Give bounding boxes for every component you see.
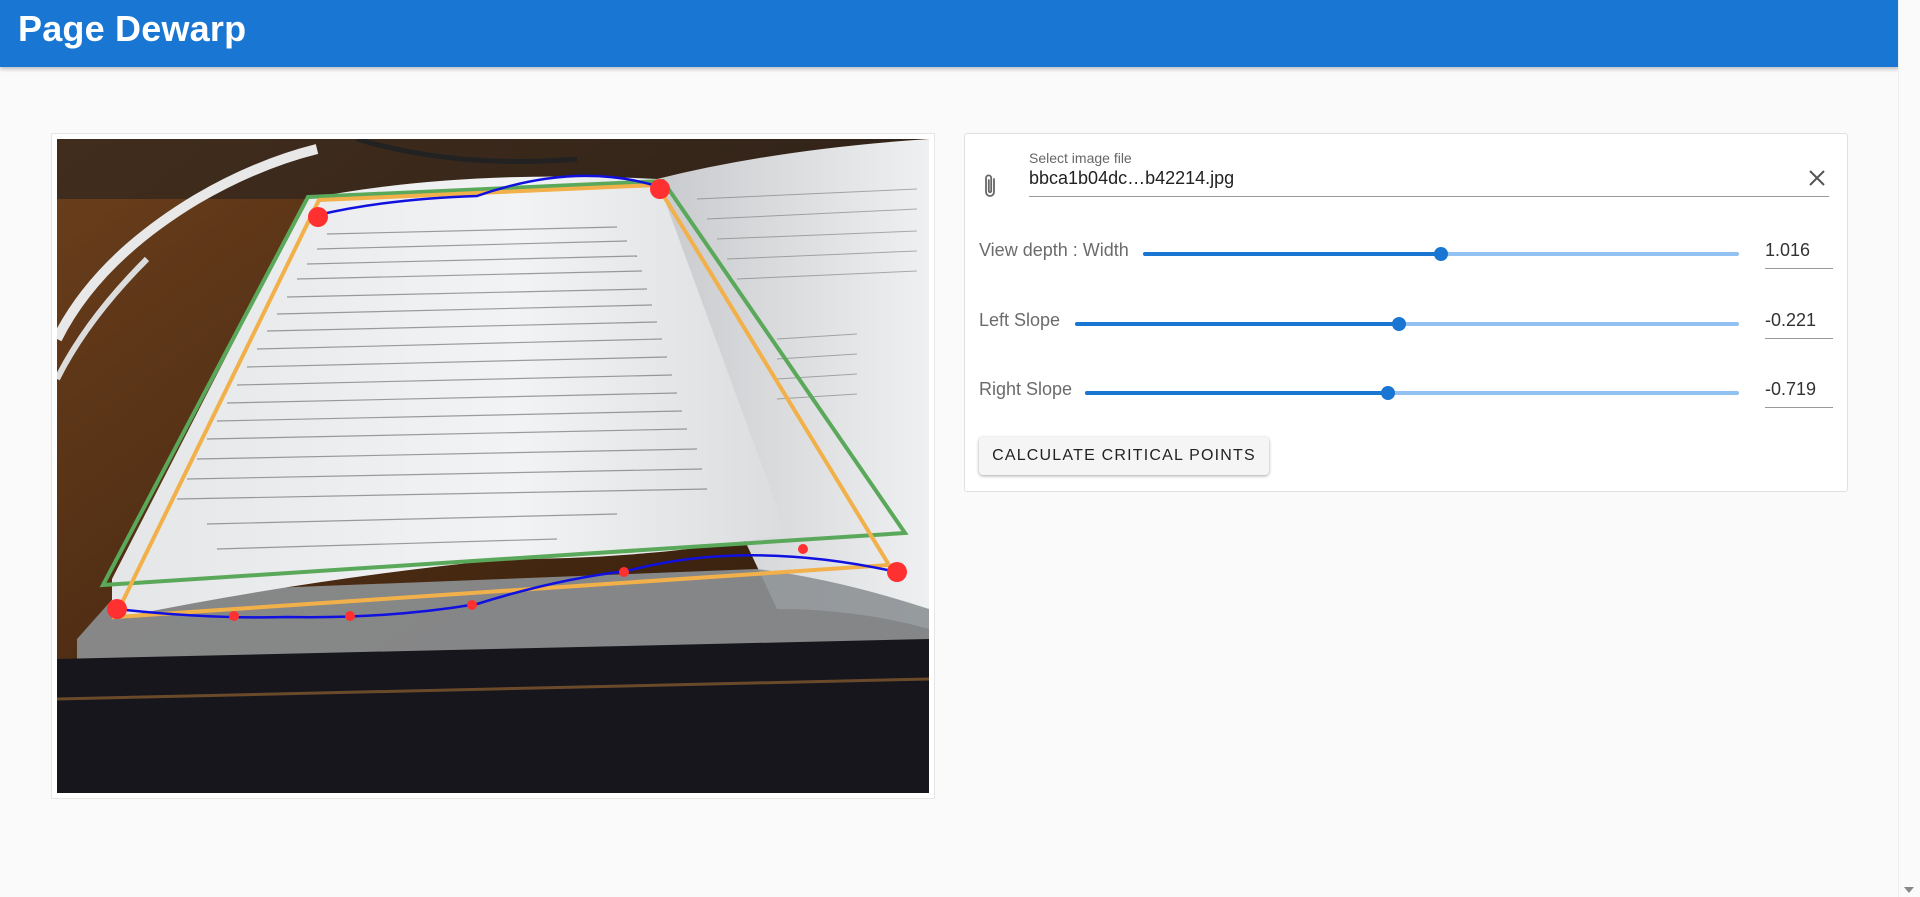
right-slope-label: Right Slope (979, 379, 1073, 399)
view-depth-slider-thumb[interactable] (1434, 247, 1448, 261)
curve-point[interactable] (345, 611, 355, 621)
view-depth-slider-row: View depth : Width 1.016 (979, 232, 1837, 272)
app-title: Page Dewarp (18, 8, 247, 49)
app-bar: Page Dewarp (0, 0, 1899, 67)
left-slope-slider[interactable] (1075, 317, 1739, 331)
left-slope-slider-thumb[interactable] (1392, 317, 1407, 331)
calculate-critical-points-button[interactable]: CALCULATE CRITICAL POINTS (979, 437, 1269, 475)
image-preview-card (51, 133, 935, 799)
file-input-underline (1029, 196, 1829, 197)
curve-point[interactable] (229, 611, 239, 621)
file-input-label: Select image file (1029, 150, 1132, 166)
right-slope-slider-row: Right Slope -0.719 (979, 371, 1837, 411)
paperclip-icon[interactable] (979, 172, 1001, 204)
view-depth-label: View depth : Width (979, 240, 1129, 260)
curve-point[interactable] (619, 567, 629, 577)
dewarp-preview-image[interactable] (57, 139, 929, 793)
controls-panel: Select image file bbca1b04dc…b42214.jpg … (964, 133, 1848, 492)
keyboard-shadow (57, 639, 929, 793)
left-slope-value[interactable]: -0.221 (1765, 310, 1833, 331)
corner-point-bottom-right[interactable] (887, 562, 907, 582)
right-slope-value[interactable]: -0.719 (1765, 379, 1833, 400)
scrollbar[interactable] (1898, 0, 1920, 897)
file-input-value[interactable]: bbca1b04dc…b42214.jpg (1029, 168, 1234, 189)
left-slope-label: Left Slope (979, 310, 1061, 330)
right-slope-slider-thumb[interactable] (1380, 386, 1395, 400)
file-input-field[interactable]: Select image file bbca1b04dc…b42214.jpg (979, 150, 1837, 202)
left-slope-slider-row: Left Slope -0.221 (979, 302, 1837, 342)
close-icon[interactable] (1803, 164, 1831, 192)
curve-point[interactable] (798, 544, 808, 554)
scroll-down-arrow-icon[interactable] (1904, 887, 1914, 893)
curve-point[interactable] (467, 600, 477, 610)
corner-point-bottom-left[interactable] (107, 599, 127, 619)
corner-point-top-right[interactable] (650, 179, 670, 199)
corner-point-top-left[interactable] (308, 207, 328, 227)
view-depth-value[interactable]: 1.016 (1765, 240, 1833, 261)
view-depth-slider[interactable] (1143, 247, 1739, 261)
right-slope-slider[interactable] (1085, 386, 1739, 400)
